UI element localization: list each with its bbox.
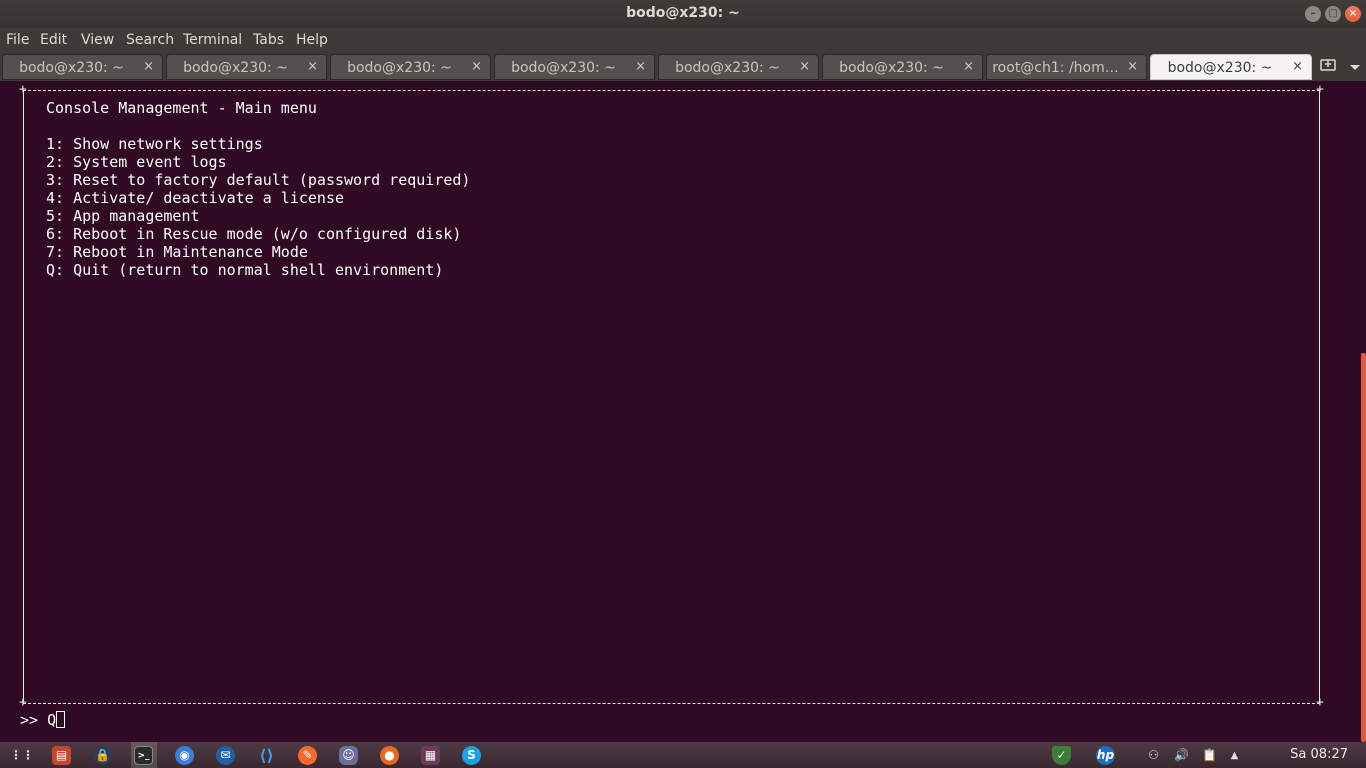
tray-expand-icon[interactable]: ▲ <box>1225 746 1244 765</box>
hp-icon[interactable]: hp <box>1096 746 1115 765</box>
skype-icon[interactable]: S <box>462 746 481 765</box>
tab-label: bodo@x230: ~ <box>675 60 780 76</box>
console-menu-item: 6: Reboot in Rescue mode (w/o configured… <box>46 225 462 243</box>
tab-bar: bodo@x230: ~ × bodo@x230: ~ × bodo@x230:… <box>0 53 1366 81</box>
console-menu-title: Console Management - Main menu <box>46 99 317 117</box>
menu-file[interactable]: File <box>6 32 29 48</box>
command-prompt-line[interactable]: >> Q <box>20 711 66 729</box>
clock[interactable]: Sa 08:27 <box>1290 747 1348 762</box>
close-button[interactable]: × <box>1345 6 1361 22</box>
terminal-area[interactable]: + + + + Console Management - Main menu 1… <box>0 81 1358 742</box>
console-menu-item: 5: App management <box>46 207 200 225</box>
frame-corner-bottom-left: + <box>19 695 27 710</box>
menu-terminal[interactable]: Terminal <box>183 32 242 48</box>
menu-edit[interactable]: Edit <box>40 32 67 48</box>
minimize-button[interactable]: – <box>1305 6 1321 22</box>
text-cursor <box>56 711 66 728</box>
tab-1[interactable]: bodo@x230: ~ × <box>2 54 163 80</box>
tab-8-active[interactable]: bodo@x230: ~ × <box>1150 54 1312 80</box>
tab-close-icon[interactable]: × <box>963 59 974 74</box>
tab-2[interactable]: bodo@x230: ~ × <box>166 54 327 80</box>
new-tab-icon[interactable] <box>1320 58 1336 76</box>
thunderbird-icon[interactable]: ✉ <box>216 746 235 765</box>
shield-icon[interactable]: ✓ <box>1052 746 1071 765</box>
firefox-icon[interactable]: ● <box>380 746 399 765</box>
tab-label: bodo@x230: ~ <box>1167 60 1273 76</box>
network-icon[interactable]: ⚇ <box>1144 746 1163 765</box>
volume-icon[interactable]: 🔊 <box>1172 746 1191 765</box>
frame-bottom-border <box>23 703 1320 704</box>
tab-3[interactable]: bodo@x230: ~ × <box>330 54 491 80</box>
window-titlebar: bodo@x230: ~ – □ × <box>0 0 1366 28</box>
vscode-icon[interactable]: ⟨⟩ <box>257 746 276 765</box>
tab-close-icon[interactable]: × <box>799 59 810 74</box>
console-menu-item: 2: System event logs <box>46 153 227 171</box>
menu-search[interactable]: Search <box>126 32 174 48</box>
tab-close-icon[interactable]: × <box>471 59 482 74</box>
menu-view[interactable]: View <box>81 32 114 48</box>
keepassxc-icon[interactable]: 🔒 <box>93 746 112 765</box>
console-menu-item: 4: Activate/ deactivate a license <box>46 189 345 207</box>
terminal-scrollbar[interactable] <box>1358 81 1366 742</box>
tab-5[interactable]: bodo@x230: ~ × <box>658 54 819 80</box>
console-menu-item: Q: Quit (return to normal shell environm… <box>46 261 444 279</box>
taskbar: ⋮⋮ ▤ 🔒 >_ ◉ ✉ ⟨⟩ ✎ ☺ ● ▦ S ✓ hp ⚇ 🔊 📋 ▲ … <box>0 742 1366 768</box>
app-grid-icon[interactable]: ⋮⋮ <box>10 746 34 765</box>
terminal-icon[interactable]: >_ <box>134 746 153 765</box>
tab-6[interactable]: bodo@x230: ~ × <box>822 54 983 80</box>
scrollbar-thumb[interactable] <box>1361 353 1366 742</box>
window-title: bodo@x230: ~ <box>626 5 740 21</box>
discord-icon[interactable]: ☺ <box>339 746 358 765</box>
menu-bar: File Edit View Search Terminal Tabs Help <box>0 28 1366 53</box>
tabs-dropdown-icon[interactable] <box>1349 60 1361 76</box>
menu-help[interactable]: Help <box>296 32 328 48</box>
tab-label: root@ch1: /hom… <box>992 60 1119 76</box>
tab-close-icon[interactable]: × <box>307 59 318 74</box>
tab-close-icon[interactable]: × <box>143 59 154 74</box>
prompt-input[interactable]: Q <box>47 711 56 729</box>
tab-label: bodo@x230: ~ <box>839 60 944 76</box>
tab-label: bodo@x230: ~ <box>183 60 288 76</box>
tab-label: bodo@x230: ~ <box>511 60 616 76</box>
tab-label: bodo@x230: ~ <box>19 60 124 76</box>
console-menu-item: 1: Show network settings <box>46 135 263 153</box>
tab-7[interactable]: root@ch1: /hom… × <box>986 54 1147 80</box>
chromium-icon[interactable]: ◉ <box>175 746 194 765</box>
brave-icon[interactable]: ✎ <box>298 746 317 765</box>
maximize-button[interactable]: □ <box>1325 6 1341 22</box>
files-icon[interactable]: ▤ <box>52 746 71 765</box>
tab-close-icon[interactable]: × <box>1127 59 1138 74</box>
tab-close-icon[interactable]: × <box>635 59 646 74</box>
tab-label: bodo@x230: ~ <box>347 60 452 76</box>
menu-tabs[interactable]: Tabs <box>253 32 284 48</box>
console-menu-item: 7: Reboot in Maintenance Mode <box>46 243 308 261</box>
console-menu-item: 3: Reset to factory default (password re… <box>46 171 471 189</box>
tab-4[interactable]: bodo@x230: ~ × <box>494 54 655 80</box>
tab-close-icon[interactable]: × <box>1292 59 1303 74</box>
clipboard-icon[interactable]: 📋 <box>1200 746 1219 765</box>
prompt-symbol: >> <box>20 711 48 729</box>
frame-corner-bottom-right: + <box>1316 695 1324 710</box>
video-editor-icon[interactable]: ▦ <box>421 746 440 765</box>
